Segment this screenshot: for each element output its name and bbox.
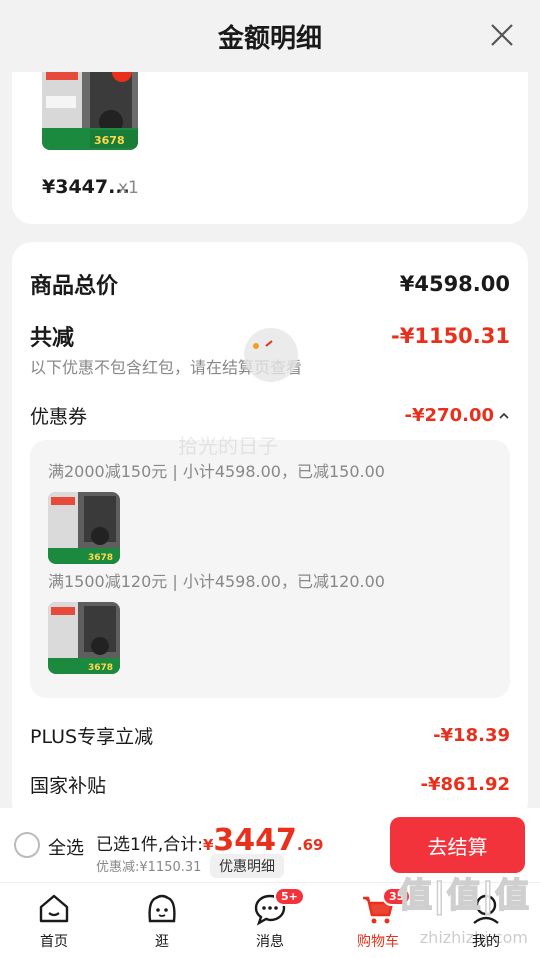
header: 金额明细: [0, 0, 540, 72]
tab-label: 首页: [40, 934, 68, 950]
site-logo-watermark: 值|值|值: [397, 875, 530, 917]
reduce-label: 共减: [30, 326, 75, 351]
subsidy-row: 国家补贴 -¥861.92: [30, 771, 510, 798]
close-icon[interactable]: [490, 22, 514, 48]
total-decimal: .69: [296, 836, 324, 854]
discount-detail-button[interactable]: 优惠明细: [210, 854, 284, 878]
tab-messages[interactable]: 5+ 消息: [216, 883, 324, 958]
product-card: 3678 ¥3447... x1: [12, 72, 528, 224]
tab-browse[interactable]: 逛: [108, 883, 216, 958]
total-price-label: 商品总价: [30, 274, 119, 299]
plus-discount-label: PLUS专享立减: [30, 726, 154, 748]
chevron-up-icon[interactable]: [498, 410, 510, 422]
coupon-row[interactable]: 优惠券 -¥270.00: [30, 402, 510, 429]
selected-count: 已选1件,合计:: [96, 835, 203, 855]
svg-text:3678: 3678: [88, 663, 113, 673]
tab-label: 购物车: [357, 934, 399, 950]
coupon-list: 满2000减150元 | 小计4598.00，已减150.00 3678 满15…: [30, 440, 510, 698]
watermark-text: 拾光的日子: [178, 434, 278, 458]
product-price: ¥3447...: [42, 176, 130, 198]
message-badge: 5+: [274, 887, 305, 906]
tab-home[interactable]: 首页: [0, 883, 108, 958]
coupon-amount: -¥270.00: [404, 405, 494, 426]
coupon-item-text: 满2000减150元 | 小计4598.00，已减150.00: [48, 462, 385, 481]
discount-summary: 优惠减:¥1150.31: [96, 860, 202, 875]
total-price-amount: ¥4598.00: [399, 272, 510, 296]
loading-spinner-icon: [244, 328, 298, 382]
subsidy-label: 国家补贴: [30, 775, 107, 797]
total-integer: 3447: [213, 823, 297, 858]
product-quantity: x1: [118, 178, 139, 198]
coupon-product-image[interactable]: 3678: [48, 602, 120, 674]
checkout-button[interactable]: 去结算: [390, 817, 525, 873]
select-all-radio[interactable]: [14, 832, 40, 858]
plus-discount-amount: -¥18.39: [433, 725, 510, 746]
svg-text:3678: 3678: [88, 553, 113, 563]
coupon-label: 优惠券: [30, 406, 88, 428]
selected-summary: 已选1件,合计: ¥ 3447 .69: [96, 826, 323, 856]
total-price-row: 商品总价 ¥4598.00: [30, 268, 510, 300]
svg-text:3678: 3678: [94, 134, 125, 147]
reduce-amount: -¥1150.31: [391, 324, 510, 348]
total-currency: ¥: [202, 836, 214, 854]
tab-label: 逛: [155, 934, 169, 950]
page-title: 金额明细: [217, 24, 322, 54]
subsidy-amount: -¥861.92: [420, 774, 510, 795]
home-icon: [39, 894, 69, 923]
product-image[interactable]: 3678: [42, 72, 138, 150]
plus-discount-row: PLUS专享立减 -¥18.39: [30, 722, 510, 749]
coupon-product-image[interactable]: 3678: [48, 492, 120, 564]
site-url-watermark: zhizhizhi.com: [419, 928, 528, 947]
coupon-item-text: 满1500减120元 | 小计4598.00，已减120.00: [48, 572, 385, 591]
face-icon: [148, 894, 176, 923]
tab-label: 消息: [256, 934, 284, 950]
select-all-label[interactable]: 全选: [48, 834, 84, 860]
